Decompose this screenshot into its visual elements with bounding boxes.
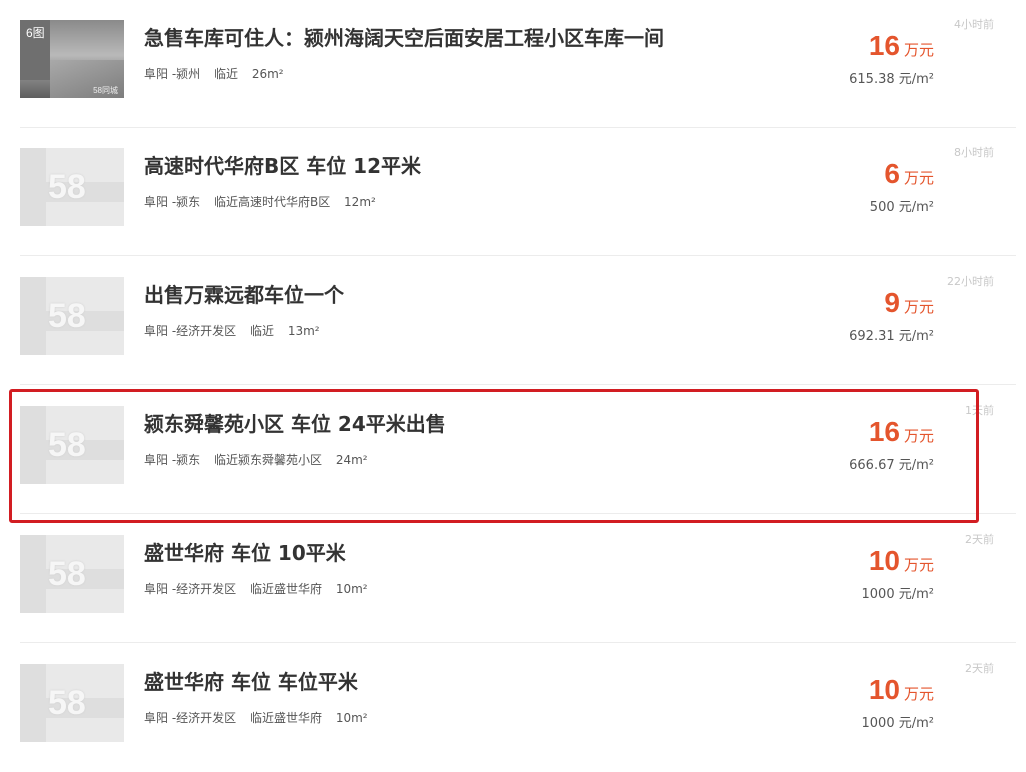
listing-title[interactable]: 急售车库可住人：颍州海阔天空后面安居工程小区车库一间 [144, 22, 664, 51]
listing-area: 10m² [335, 582, 368, 596]
listing-unit-price: 615.38 元/m² [849, 72, 934, 87]
listing-nearby: 临近盛世华府 [249, 711, 322, 725]
listing-item[interactable]: 6图 58同城 急售车库可住人：颍州海阔天空后面安居工程小区车库一间 阜阳 -颍… [20, 0, 1016, 128]
price-unit: 万元 [903, 556, 934, 574]
photo-count-badge: 6图 [26, 26, 45, 40]
site-logo-watermark: 58 [48, 297, 86, 335]
listing-meta: 阜阳 -经济开发区 临近盛世华府 10m² [144, 580, 378, 597]
placeholder-shape [20, 148, 46, 226]
listing-area: 10m² [335, 711, 368, 725]
price-number: 16 [868, 30, 900, 61]
listing-thumbnail[interactable]: 58 [20, 664, 124, 742]
listing-thumbnail[interactable]: 6图 58同城 [20, 20, 124, 98]
highlight-box [9, 389, 979, 523]
listing-nearby: 临近 [249, 324, 274, 338]
placeholder-shape [20, 277, 46, 355]
listing-thumbnail[interactable]: 58 [20, 277, 124, 355]
listing-title[interactable]: 盛世华府 车位 车位平米 [144, 666, 358, 695]
listing-thumbnail[interactable]: 58 [20, 535, 124, 613]
price-unit: 万元 [903, 298, 934, 316]
price-number: 6 [884, 158, 900, 189]
listing-location: 阜阳 -经济开发区 [144, 582, 237, 596]
listing-area: 13m² [287, 324, 320, 338]
listing-time: 8小时前 [954, 146, 994, 159]
listing-price: 9 万元 [884, 287, 934, 319]
listing-price: 10 万元 [869, 545, 934, 577]
placeholder-shape [20, 535, 46, 613]
listing-location: 阜阳 -颍东 [144, 195, 201, 209]
listing-nearby: 临近盛世华府 [249, 582, 322, 596]
listing-title[interactable]: 出售万霖远都车位一个 [144, 279, 344, 308]
listing-price: 6 万元 [884, 158, 934, 190]
site-logo-watermark: 58 [48, 168, 86, 206]
listing-meta: 阜阳 -经济开发区 临近盛世华府 10m² [144, 709, 378, 726]
listing-location: 阜阳 -经济开发区 [144, 324, 237, 338]
price-unit: 万元 [903, 169, 934, 187]
listing-time: 22小时前 [947, 275, 994, 288]
listing-location: 阜阳 -颍州 [144, 67, 201, 81]
site-logo-watermark: 58 [48, 684, 86, 722]
listing-area: 12m² [344, 195, 376, 209]
price-number: 10 [868, 545, 900, 576]
listing-unit-price: 500 元/m² [869, 200, 934, 215]
listing-thumbnail[interactable]: 58 [20, 148, 124, 226]
listing-meta: 阜阳 -颍州 临近 26m² [144, 65, 294, 82]
price-number: 9 [884, 287, 900, 318]
price-unit: 万元 [903, 685, 934, 703]
listing-meta: 阜阳 -颍东 临近高速时代华府B区 12m² [144, 193, 386, 210]
listing-item[interactable]: 58 盛世华府 车位 10平米 阜阳 -经济开发区 临近盛世华府 10m² 10… [20, 515, 1016, 643]
listing-nearby: 临近 [213, 67, 238, 81]
listing-meta: 阜阳 -经济开发区 临近 13m² [144, 322, 330, 339]
price-number: 10 [868, 674, 900, 705]
watermark-text: 58同城 [93, 86, 118, 95]
listing-item[interactable]: 58 出售万霖远都车位一个 阜阳 -经济开发区 临近 13m² 9 万元 692.… [20, 257, 1016, 385]
listing-time: 2天前 [965, 662, 994, 675]
listing-price: 10 万元 [869, 674, 934, 706]
listing-title[interactable]: 盛世华府 车位 10平米 [144, 537, 346, 566]
listing-time: 4小时前 [954, 18, 994, 31]
price-unit: 万元 [903, 41, 934, 59]
listing-unit-price: 692.31 元/m² [849, 329, 934, 344]
listing-time: 2天前 [965, 533, 994, 546]
listing-title[interactable]: 高速时代华府B区 车位 12平米 [144, 150, 421, 179]
listing-item[interactable]: 58 高速时代华府B区 车位 12平米 阜阳 -颍东 临近高速时代华府B区 12… [20, 128, 1016, 256]
listing-unit-price: 1000 元/m² [861, 716, 934, 731]
listing-area: 26m² [251, 67, 284, 81]
listing-location: 阜阳 -经济开发区 [144, 711, 237, 725]
site-logo-watermark: 58 [48, 555, 86, 593]
placeholder-shape [20, 664, 46, 742]
listing-nearby: 临近高速时代华府B区 [213, 195, 331, 209]
listing-price: 16 万元 [869, 30, 934, 62]
listing-unit-price: 1000 元/m² [861, 587, 934, 602]
